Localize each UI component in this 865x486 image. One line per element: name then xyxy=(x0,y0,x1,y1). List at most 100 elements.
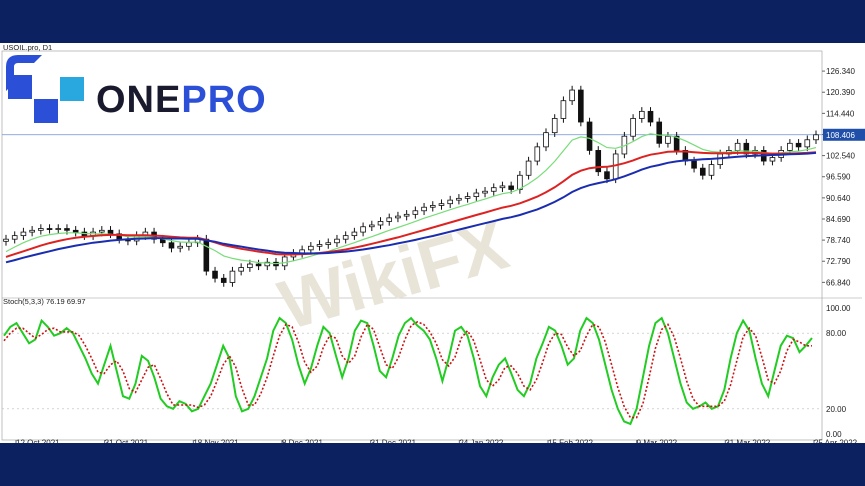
candle-body xyxy=(395,215,401,219)
candle-body xyxy=(586,121,593,151)
candle-body xyxy=(647,110,654,123)
candle-body xyxy=(64,228,70,231)
price-tick-label: 66.840 xyxy=(826,278,851,287)
stoch-label: Stoch(5,3,3) 76.19 69.97 xyxy=(3,297,86,306)
candle-body xyxy=(734,142,741,151)
chart-frame: WikiFX126.340120.390114.440108.490102.54… xyxy=(0,43,865,443)
candle-body xyxy=(377,221,384,226)
candle-body xyxy=(456,197,462,201)
date-tick-label: 31 Mar 2022 xyxy=(725,439,770,443)
candle-body xyxy=(429,205,436,208)
candle-body xyxy=(316,244,323,247)
candle-body xyxy=(255,263,262,267)
price-tick-label: 120.390 xyxy=(826,88,855,97)
candle-body xyxy=(46,228,53,230)
candle-body xyxy=(168,242,175,249)
candle-body xyxy=(186,242,192,247)
candle-body xyxy=(29,229,35,233)
candle-body xyxy=(508,185,514,190)
price-tick-label: 72.790 xyxy=(826,257,851,266)
candle-body xyxy=(447,199,453,205)
candle-body xyxy=(604,171,610,180)
candle-body xyxy=(551,118,558,134)
candle-body xyxy=(525,160,532,176)
date-tick-label: 8 Dec 2021 xyxy=(282,439,323,443)
date-tick-label: 18 Nov 2021 xyxy=(193,439,239,443)
candle-body xyxy=(708,164,715,176)
candle-body xyxy=(795,142,802,148)
candle-body xyxy=(177,245,183,249)
candle-body xyxy=(499,185,506,189)
candle-body xyxy=(238,267,244,272)
logo-pro: PRO xyxy=(181,79,267,121)
stoch-tick-label: 100.00 xyxy=(826,304,851,313)
price-tick-label: 126.340 xyxy=(826,67,855,76)
candle-body xyxy=(107,229,114,235)
logo-one: ONE xyxy=(96,79,182,121)
price-tick-label: 96.590 xyxy=(826,173,851,182)
candle-body xyxy=(813,134,819,141)
candle-body xyxy=(220,277,227,283)
candle-body xyxy=(804,139,811,148)
candle-body xyxy=(665,135,671,144)
candle-body xyxy=(55,228,62,230)
candle-body xyxy=(787,142,793,151)
candle-body xyxy=(464,196,471,199)
candle-body xyxy=(325,242,332,245)
candle-body xyxy=(482,190,488,194)
price-tick-label: 78.740 xyxy=(826,236,851,245)
current-price-label: 108.406 xyxy=(826,131,855,140)
price-tick-label: 114.440 xyxy=(826,109,855,118)
stoch-tick-label: 20.00 xyxy=(826,405,847,414)
date-tick-label: 9 Mar 2022 xyxy=(637,439,678,443)
candle-body xyxy=(203,238,210,272)
candle-body xyxy=(351,231,358,237)
candle-body xyxy=(569,89,575,102)
stoch-tick-label: 80.00 xyxy=(826,329,847,338)
onepro-logo: ONEPRO xyxy=(4,53,274,133)
candle-body xyxy=(543,132,549,148)
candle-body xyxy=(342,235,349,240)
candle-body xyxy=(72,229,79,233)
candle-body xyxy=(38,228,44,231)
date-tick-label: 15 Feb 2022 xyxy=(548,439,593,443)
candle-body xyxy=(334,238,340,244)
candle-body xyxy=(438,203,445,206)
candle-body xyxy=(490,187,497,192)
candle-body xyxy=(595,150,602,173)
price-tick-label: 84.690 xyxy=(826,215,851,224)
candle-body xyxy=(534,146,541,162)
candle-body xyxy=(691,160,697,169)
candle-body xyxy=(281,256,288,267)
onepro-logo-icon xyxy=(6,55,84,123)
watermark-text: WikiFX xyxy=(271,205,517,344)
candle-body xyxy=(421,206,427,212)
candle-body xyxy=(247,263,253,268)
stoch-signal-line xyxy=(3,321,812,419)
candle-body xyxy=(473,192,480,197)
candle-body xyxy=(99,229,105,233)
candle-body xyxy=(308,245,314,251)
candle-body xyxy=(212,270,218,279)
candle-body xyxy=(3,238,9,242)
candle-body xyxy=(699,167,706,176)
candle-body xyxy=(656,121,663,144)
price-tick-label: 90.640 xyxy=(826,194,851,203)
candle-body xyxy=(11,235,18,240)
candle-body xyxy=(578,89,584,123)
candle-body xyxy=(630,118,636,137)
date-tick-label: 31 Dec 2021 xyxy=(371,439,417,443)
price-tick-label: 102.540 xyxy=(826,152,855,161)
candle-body xyxy=(639,110,645,119)
candle-body xyxy=(769,157,776,162)
candle-body xyxy=(560,100,567,119)
date-tick-label: 31 Oct 2021 xyxy=(105,439,149,443)
candle-body xyxy=(369,224,375,228)
symbol-label: USOIL.pro, D1 xyxy=(3,43,53,52)
onepro-logo-text: ONEPRO xyxy=(96,79,267,122)
date-tick-label: 25 Apr 2022 xyxy=(814,439,858,443)
candle-body xyxy=(20,231,27,237)
candle-body xyxy=(360,226,366,233)
candle-body xyxy=(229,270,236,283)
candle-body xyxy=(386,217,393,222)
